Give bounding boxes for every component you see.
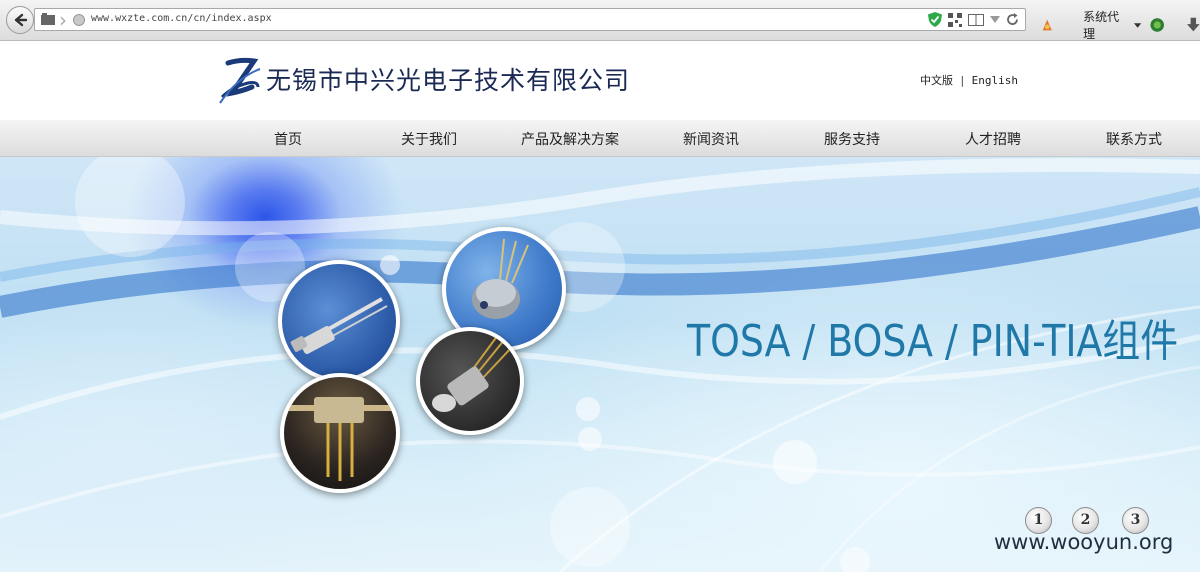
- url-separator-icon: ›: [59, 8, 67, 32]
- nav-item-products[interactable]: 产品及解决方案: [521, 129, 619, 149]
- chevron-down-icon[interactable]: [1134, 22, 1142, 28]
- nav-item-support[interactable]: 服务支持: [824, 129, 880, 149]
- nav-item-contact[interactable]: 联系方式: [1106, 129, 1162, 149]
- reader-view-icon[interactable]: [968, 13, 984, 26]
- nav-item-about[interactable]: 关于我们: [401, 129, 457, 149]
- proxy-menu[interactable]: 系统代理: [1083, 8, 1126, 42]
- product-photo-tosa-pigtail[interactable]: [278, 260, 400, 382]
- extension-icon[interactable]: [1040, 17, 1054, 33]
- security-shield-icon[interactable]: [928, 12, 942, 27]
- lang-chinese-link[interactable]: 中文版: [920, 74, 953, 87]
- browser-toolbar: › www.wxzte.com.cn/cn/index.aspx 系统代理: [0, 0, 1200, 41]
- dropdown-arrow-icon[interactable]: [990, 15, 1000, 24]
- back-arrow-icon: [14, 13, 28, 27]
- language-switcher: 中文版 | English: [920, 72, 1018, 88]
- globe-icon: [73, 14, 85, 26]
- download-icon[interactable]: [1187, 17, 1200, 33]
- lang-english-link[interactable]: English: [972, 74, 1018, 87]
- hero-banner[interactable]: TOSA / BOSA / PIN-TIA组件 1 2 3 www.wooyun…: [0, 157, 1200, 572]
- reload-icon[interactable]: [1006, 13, 1019, 26]
- site-header: 无锡市中兴光电子技术有限公司 中文版 | English: [0, 41, 1200, 120]
- tabs-grid-icon[interactable]: [41, 13, 55, 25]
- product-photo-bosa[interactable]: [280, 373, 400, 493]
- company-name: 无锡市中兴光电子技术有限公司: [266, 66, 631, 95]
- nav-item-careers[interactable]: 人才招聘: [965, 129, 1021, 149]
- company-logo[interactable]: [218, 57, 262, 105]
- qr-code-icon[interactable]: [948, 12, 962, 27]
- watermark: www.wooyun.org: [994, 530, 1174, 554]
- nav-item-home[interactable]: 首页: [274, 129, 302, 149]
- address-bar[interactable]: › www.wxzte.com.cn/cn/index.aspx: [34, 8, 1026, 32]
- product-photo-pin-tia[interactable]: [416, 327, 524, 435]
- banner-title: TOSA / BOSA / PIN-TIA组件: [687, 316, 1179, 367]
- main-nav: 首页 关于我们 产品及解决方案 新闻资讯 服务支持 人才招聘 联系方式: [0, 120, 1200, 157]
- security-status-icon[interactable]: [1150, 17, 1164, 33]
- back-button[interactable]: [6, 6, 34, 34]
- lang-separator: |: [959, 74, 966, 87]
- url-text[interactable]: www.wxzte.com.cn/cn/index.aspx: [91, 13, 272, 24]
- nav-item-news[interactable]: 新闻资讯: [683, 129, 739, 149]
